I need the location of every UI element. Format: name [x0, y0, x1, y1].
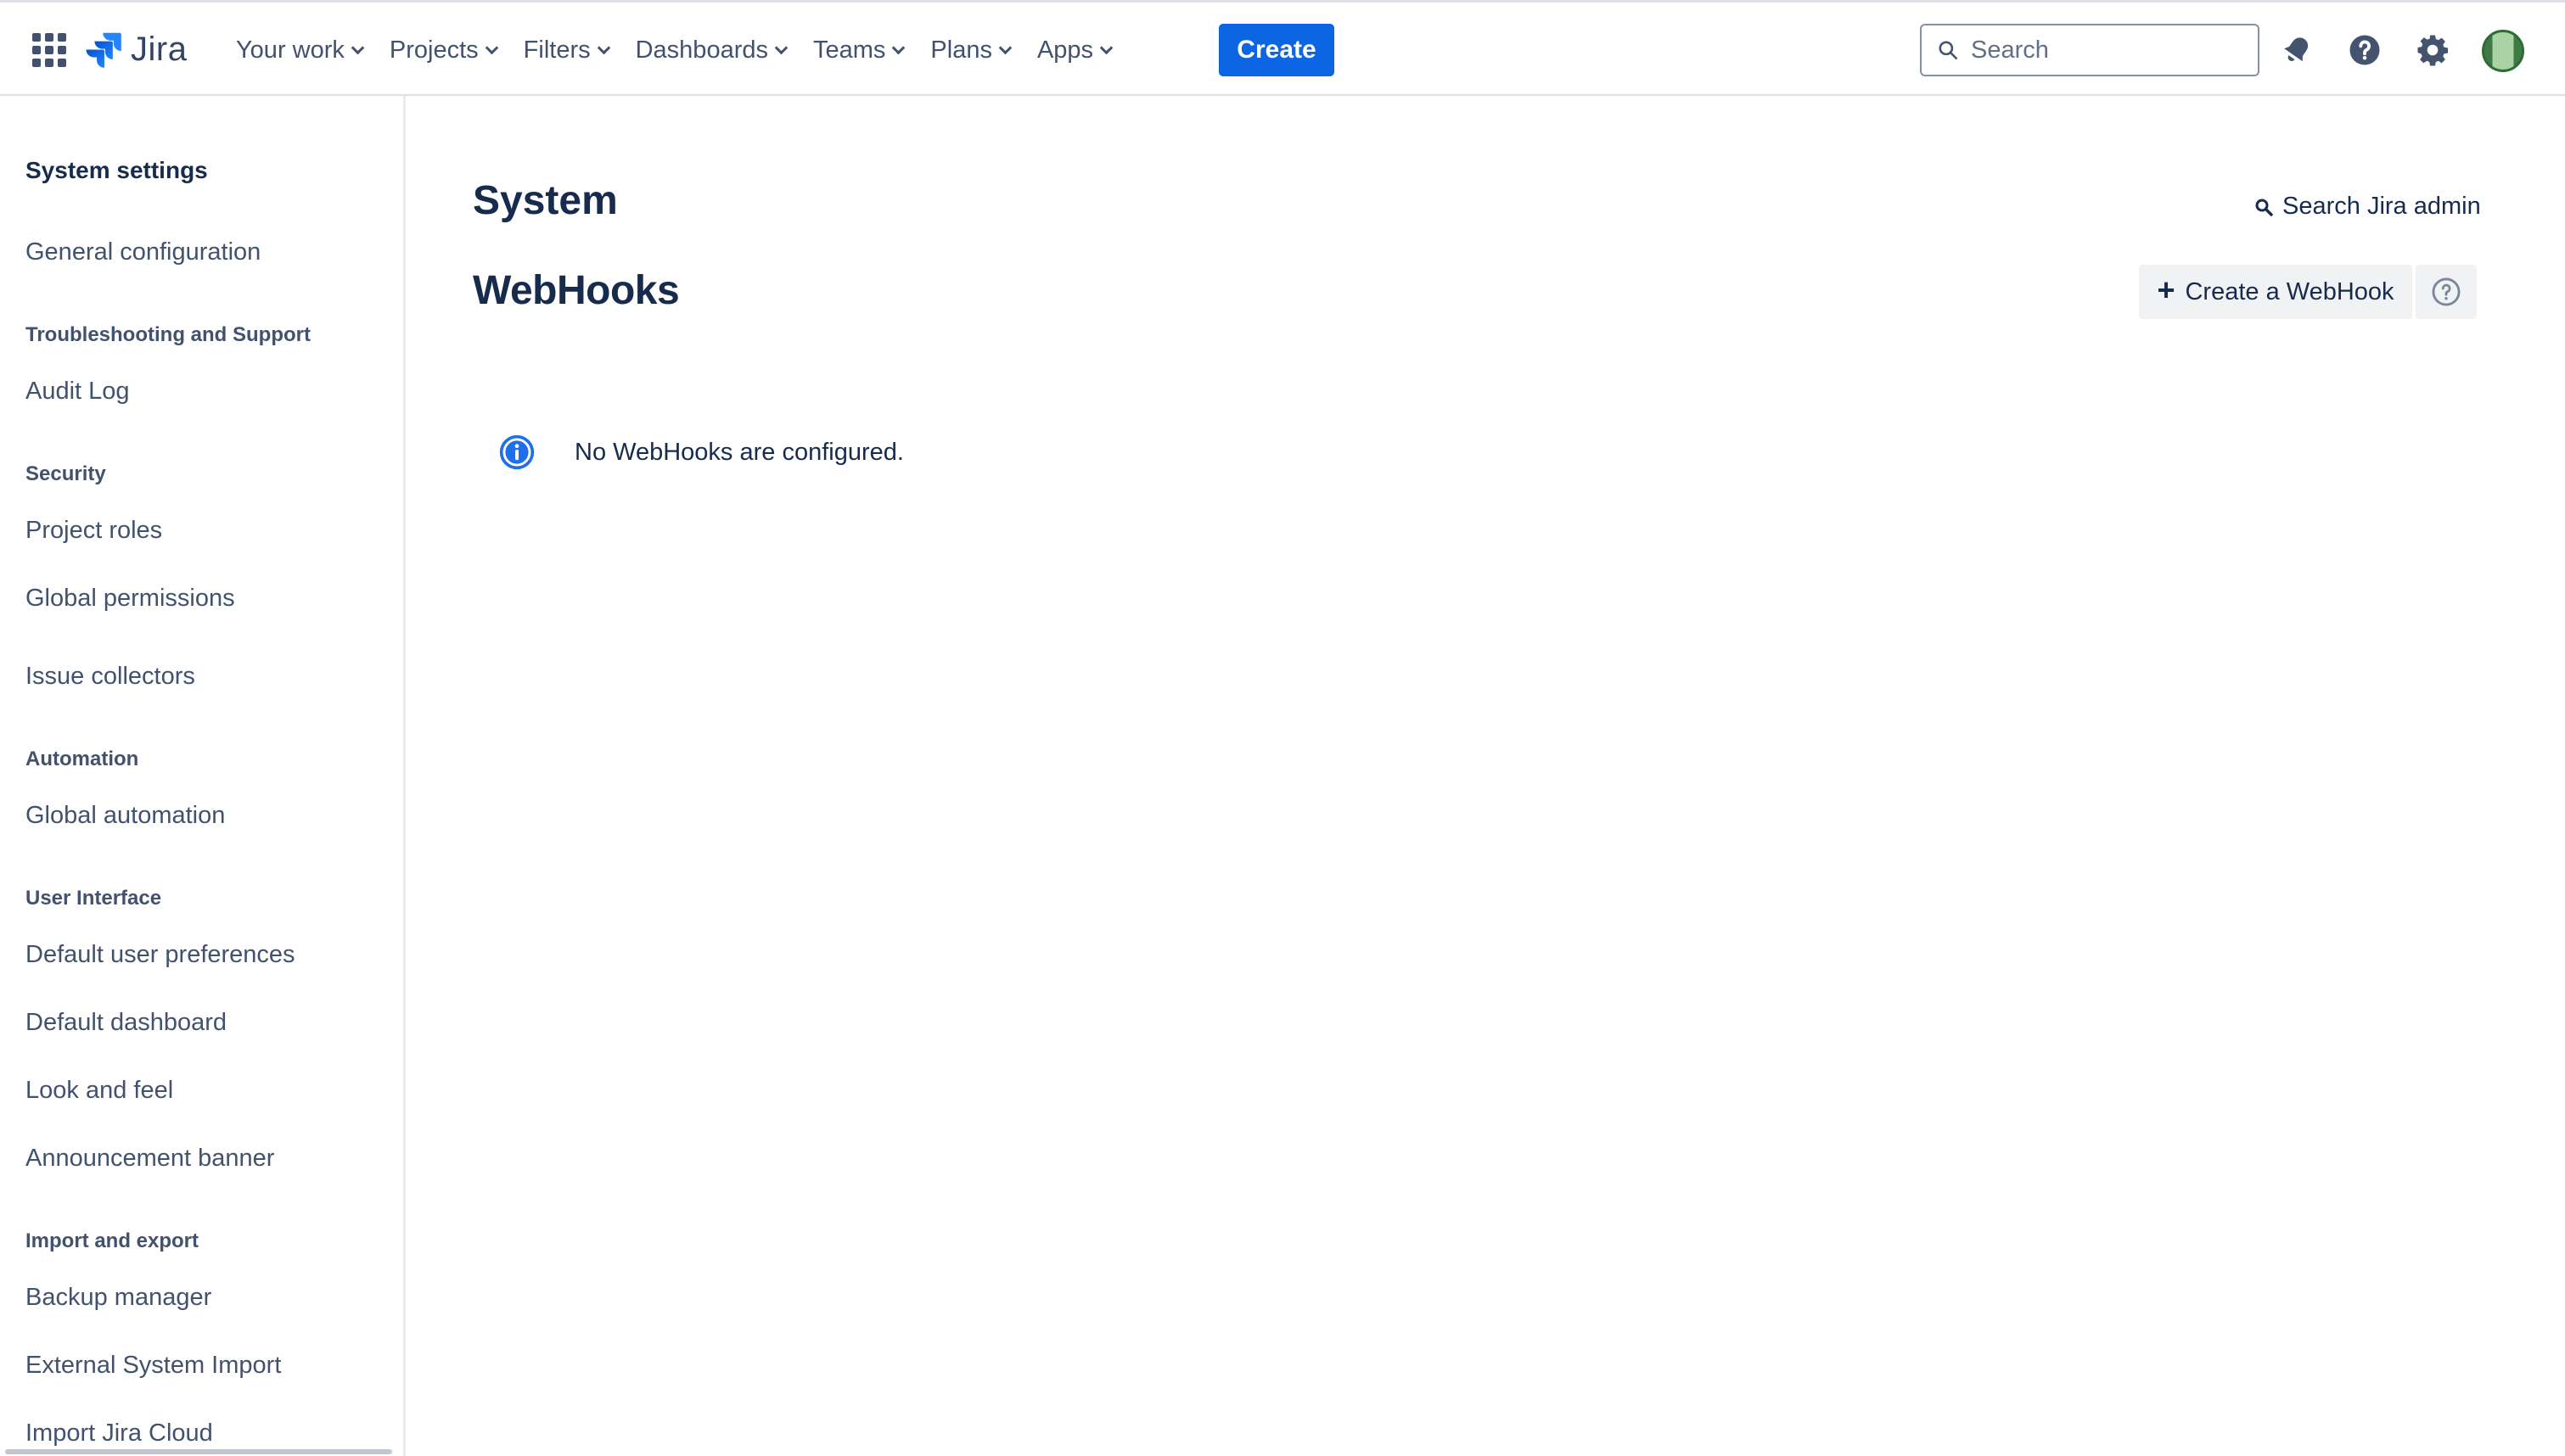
- logo-text: Jira: [131, 30, 188, 68]
- search-icon: [2255, 199, 2273, 216]
- page-title: System: [473, 178, 618, 223]
- jira-logo[interactable]: Jira: [85, 28, 187, 70]
- chevron-down-icon: [892, 41, 906, 54]
- chevron-down-icon: [351, 41, 365, 54]
- chevron-down-icon: [998, 41, 1013, 54]
- sidebar-item-backup-manager[interactable]: Backup manager: [25, 1284, 211, 1312]
- nav-label: Filters: [523, 36, 591, 64]
- sidebar-item-announcement-banner[interactable]: Announcement banner: [25, 1145, 274, 1173]
- search-jira-admin-label: Search Jira admin: [2282, 193, 2481, 220]
- sidebar-scrollbar[interactable]: [5, 1449, 392, 1454]
- create-button[interactable]: Create: [1219, 24, 1334, 76]
- plus-icon: +: [2157, 272, 2175, 307]
- sidebar-item-default-dashboard[interactable]: Default dashboard: [25, 1009, 227, 1037]
- sidebar-heading-import-export: Import and export: [25, 1229, 199, 1252]
- search-input[interactable]: [1969, 35, 2241, 65]
- nav-label: Your work: [236, 36, 345, 64]
- sidebar: System settings General configuration Tr…: [0, 96, 406, 1456]
- nav-your-work[interactable]: Your work: [222, 26, 376, 74]
- sidebar-item-audit-log[interactable]: Audit Log: [25, 378, 130, 406]
- nav-plans[interactable]: Plans: [917, 26, 1024, 74]
- help-icon: [2349, 35, 2380, 65]
- chevron-down-icon: [1099, 41, 1114, 54]
- notifications-icon: [2284, 37, 2309, 62]
- notifications-button[interactable]: [2276, 30, 2317, 70]
- sidebar-heading-user-interface: User Interface: [25, 887, 162, 910]
- settings-button[interactable]: [2412, 30, 2453, 70]
- sidebar-item-global-permissions[interactable]: Global permissions: [25, 585, 235, 613]
- question-circle-icon: [2432, 277, 2461, 306]
- sidebar-item-external-system-import[interactable]: External System Import: [25, 1352, 281, 1380]
- create-webhook-button[interactable]: + Create a WebHook: [2139, 265, 2412, 319]
- app-switcher-icon[interactable]: [32, 33, 66, 67]
- nav-teams[interactable]: Teams: [800, 26, 917, 74]
- sidebar-item-project-roles[interactable]: Project roles: [25, 517, 162, 545]
- chevron-down-icon: [597, 41, 610, 54]
- sidebar-heading-security: Security: [25, 462, 106, 485]
- nav-dashboards[interactable]: Dashboards: [622, 26, 800, 74]
- nav-label: Plans: [930, 36, 992, 64]
- settings-icon: [2417, 35, 2449, 66]
- webhook-help-button[interactable]: [2416, 265, 2477, 319]
- sidebar-heading-automation: Automation: [25, 748, 139, 770]
- nav-label: Projects: [389, 36, 479, 64]
- sidebar-item-import-jira-cloud[interactable]: Import Jira Cloud: [25, 1420, 213, 1448]
- sidebar-heading-troubleshooting: Troubleshooting and Support: [25, 323, 311, 346]
- main-content: System Search Jira admin WebHooks + Crea…: [408, 96, 2565, 1456]
- sidebar-item-issue-collectors[interactable]: Issue collectors: [25, 663, 195, 691]
- create-webhook-label: Create a WebHook: [2185, 277, 2394, 305]
- nav-label: Teams: [812, 36, 886, 64]
- help-button[interactable]: [2344, 30, 2385, 70]
- chevron-down-icon: [485, 41, 498, 54]
- sidebar-item-global-automation[interactable]: Global automation: [25, 802, 225, 830]
- section-title: WebHooks: [473, 268, 680, 313]
- info-icon: [499, 434, 535, 470]
- sidebar-item-look-and-feel[interactable]: Look and feel: [25, 1077, 173, 1105]
- sidebar-title: System settings: [25, 157, 208, 183]
- nav-filters[interactable]: Filters: [510, 26, 622, 74]
- nav-projects[interactable]: Projects: [376, 26, 510, 74]
- jira-logo-icon: [86, 32, 121, 68]
- empty-state-message: No WebHooks are configured.: [498, 434, 904, 471]
- nav-label: Apps: [1036, 36, 1094, 64]
- nav-label: Dashboards: [635, 36, 768, 64]
- primary-nav: Your work Projects Filters Dashboards Te…: [222, 26, 1125, 74]
- search-jira-admin-link[interactable]: Search Jira admin: [2253, 193, 2481, 221]
- search-icon: [1939, 41, 1958, 60]
- avatar[interactable]: [2482, 30, 2524, 72]
- global-search[interactable]: [1920, 24, 2259, 76]
- sidebar-item-default-user-preferences[interactable]: Default user preferences: [25, 941, 295, 969]
- top-navigation: Jira Your work Projects Filters Dashboar…: [0, 0, 2565, 96]
- sidebar-item-general-configuration[interactable]: General configuration: [25, 238, 261, 266]
- nav-apps[interactable]: Apps: [1024, 26, 1125, 74]
- empty-state-text: No WebHooks are configured.: [575, 438, 904, 466]
- chevron-down-icon: [774, 41, 789, 54]
